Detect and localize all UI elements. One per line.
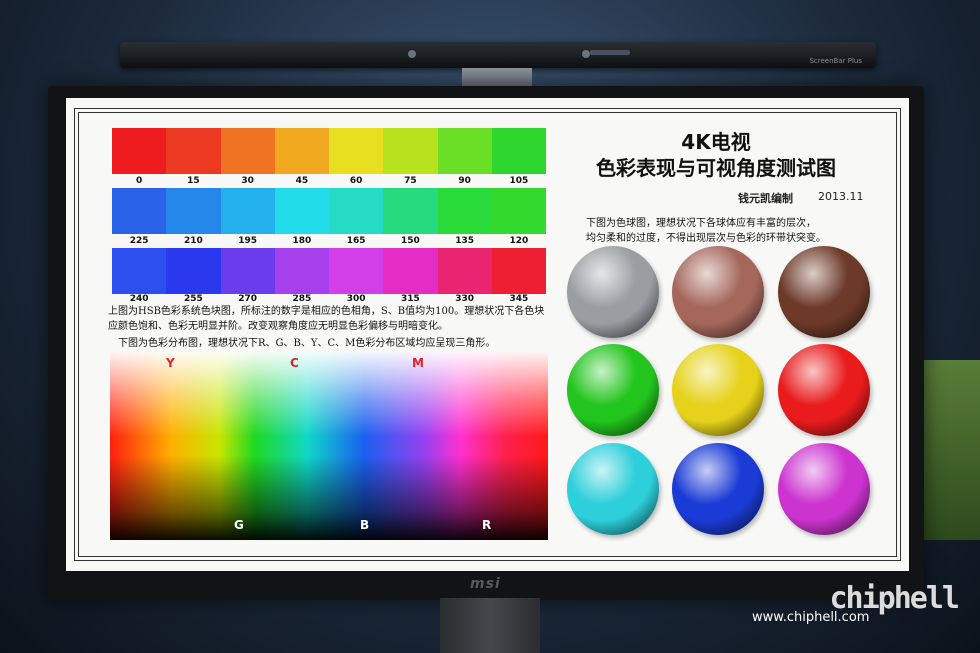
hue-swatch xyxy=(329,128,384,174)
hue-angle-label: 345 xyxy=(509,294,529,304)
hue-angle-label: 225 xyxy=(129,236,149,246)
hue-angle-label: 75 xyxy=(404,176,417,186)
hue-angle-label: 330 xyxy=(455,294,475,304)
distribution-description: 下图为色彩分布图，理想状况下R、G、B、Y、C、M色彩分布区域均应呈现三角形。 xyxy=(118,338,496,349)
light-bar-indicator xyxy=(408,50,416,58)
hue-swatch xyxy=(274,128,329,174)
label-green: G xyxy=(234,518,244,532)
hue-swatch xyxy=(220,128,275,174)
hue-swatch xyxy=(491,128,546,174)
hue-swatch xyxy=(437,188,492,234)
hue-swatch xyxy=(437,248,492,294)
monitor-logo: msi xyxy=(470,576,501,592)
hue-angle-label: 270 xyxy=(238,294,258,304)
label-blue: B xyxy=(360,518,370,532)
chart-date: 2013.11 xyxy=(818,190,864,203)
hue-labels-3: 240 255 270 285 300 315 330 345 xyxy=(112,294,546,304)
red-sphere xyxy=(778,344,870,436)
hue-angle-label: 45 xyxy=(295,176,309,186)
hue-swatch xyxy=(166,188,221,234)
magenta-sphere xyxy=(778,443,870,535)
cyan-sphere xyxy=(567,443,659,535)
hue-angle-label: 15 xyxy=(187,176,200,186)
hue-swatch xyxy=(112,128,167,174)
green-sphere xyxy=(567,344,659,436)
label-magenta: M xyxy=(412,356,424,370)
hue-angle-label: 105 xyxy=(509,176,529,186)
hue-angle-label: 285 xyxy=(292,294,312,304)
background-poster xyxy=(924,360,980,540)
hue-angle-label: 60 xyxy=(349,176,363,186)
hue-angle-label: 210 xyxy=(183,236,203,246)
hue-angle-label: 30 xyxy=(241,176,254,186)
color-distribution-chart: Y C M G B R xyxy=(110,352,548,540)
yellow-sphere xyxy=(672,344,764,436)
hue-swatch xyxy=(383,128,438,174)
hue-angle-label: 90 xyxy=(458,176,471,186)
hue-swatch xyxy=(112,248,167,294)
hue-labels-1: 0 15 30 45 60 75 90 105 xyxy=(112,176,546,186)
chart-title-line1: 4K电视 xyxy=(681,130,751,154)
chart-author: 钱元凯编制 xyxy=(738,192,793,205)
hue-swatch xyxy=(383,248,438,294)
hue-angle-label: 150 xyxy=(400,236,420,246)
hue-swatch xyxy=(166,248,221,294)
hue-strip-2 xyxy=(112,188,546,234)
blue-sphere xyxy=(672,443,764,535)
hue-swatch xyxy=(274,188,329,234)
hue-angle-label: 165 xyxy=(346,236,366,246)
monitor-screen: 0 15 30 45 60 75 90 105 225 210 195 180 165 150 135 12… xyxy=(66,98,909,571)
hue-swatch xyxy=(329,248,384,294)
sphere-description-line2: 均匀柔和的过度，不得出现层次与色彩的环带状突变。 xyxy=(586,233,826,244)
hue-swatch xyxy=(274,248,329,294)
hue-swatch xyxy=(491,188,546,234)
hue-labels-2: 225 210 195 180 165 150 135 120 xyxy=(112,236,546,246)
hue-swatch xyxy=(491,248,546,294)
sphere-description-line1: 下图为色球图，理想状况下各球体应有丰富的层次， xyxy=(586,218,816,229)
hue-angle-label: 195 xyxy=(238,236,258,246)
site-watermark-url: www.chiphell.com xyxy=(752,610,870,625)
monitor-stand xyxy=(440,598,540,653)
light-bar-slot xyxy=(590,50,630,55)
hue-swatch xyxy=(329,188,384,234)
color-distribution-graphic xyxy=(110,352,548,540)
label-red: R xyxy=(482,518,492,532)
chart-title-line2: 色彩表现与可视角度测试图 xyxy=(596,156,836,180)
hue-swatch xyxy=(383,188,438,234)
hue-angle-label: 315 xyxy=(400,294,420,304)
light-bar-brand: ScreenBar Plus xyxy=(809,57,862,65)
hue-angle-label: 180 xyxy=(292,236,312,246)
hue-swatch xyxy=(220,248,275,294)
hue-angle-label: 300 xyxy=(346,294,366,304)
hue-angle-label: 120 xyxy=(509,236,529,246)
hue-swatch xyxy=(220,188,275,234)
monitor-light-bar: ScreenBar Plus xyxy=(120,42,876,68)
hue-swatch xyxy=(112,188,167,234)
hue-swatch xyxy=(437,128,492,174)
label-yellow: Y xyxy=(166,356,175,370)
light-bar-indicator xyxy=(582,50,590,58)
hue-strip-1 xyxy=(112,128,546,174)
brown-sphere xyxy=(778,246,870,338)
skin-sphere xyxy=(672,246,764,338)
hue-angle-label: 0 xyxy=(135,176,143,186)
hue-swatch xyxy=(166,128,221,174)
hue-angle-label: 240 xyxy=(129,294,149,304)
gray-sphere xyxy=(567,246,659,338)
hue-angle-label: 255 xyxy=(183,294,203,304)
label-cyan: C xyxy=(290,356,299,370)
hsb-description: 上图为HSB色彩系统色块图，所标注的数字是相应的色相角，S、B值均为100。理想… xyxy=(108,306,545,332)
hue-strip-3 xyxy=(112,248,546,294)
hue-angle-label: 135 xyxy=(455,236,475,246)
